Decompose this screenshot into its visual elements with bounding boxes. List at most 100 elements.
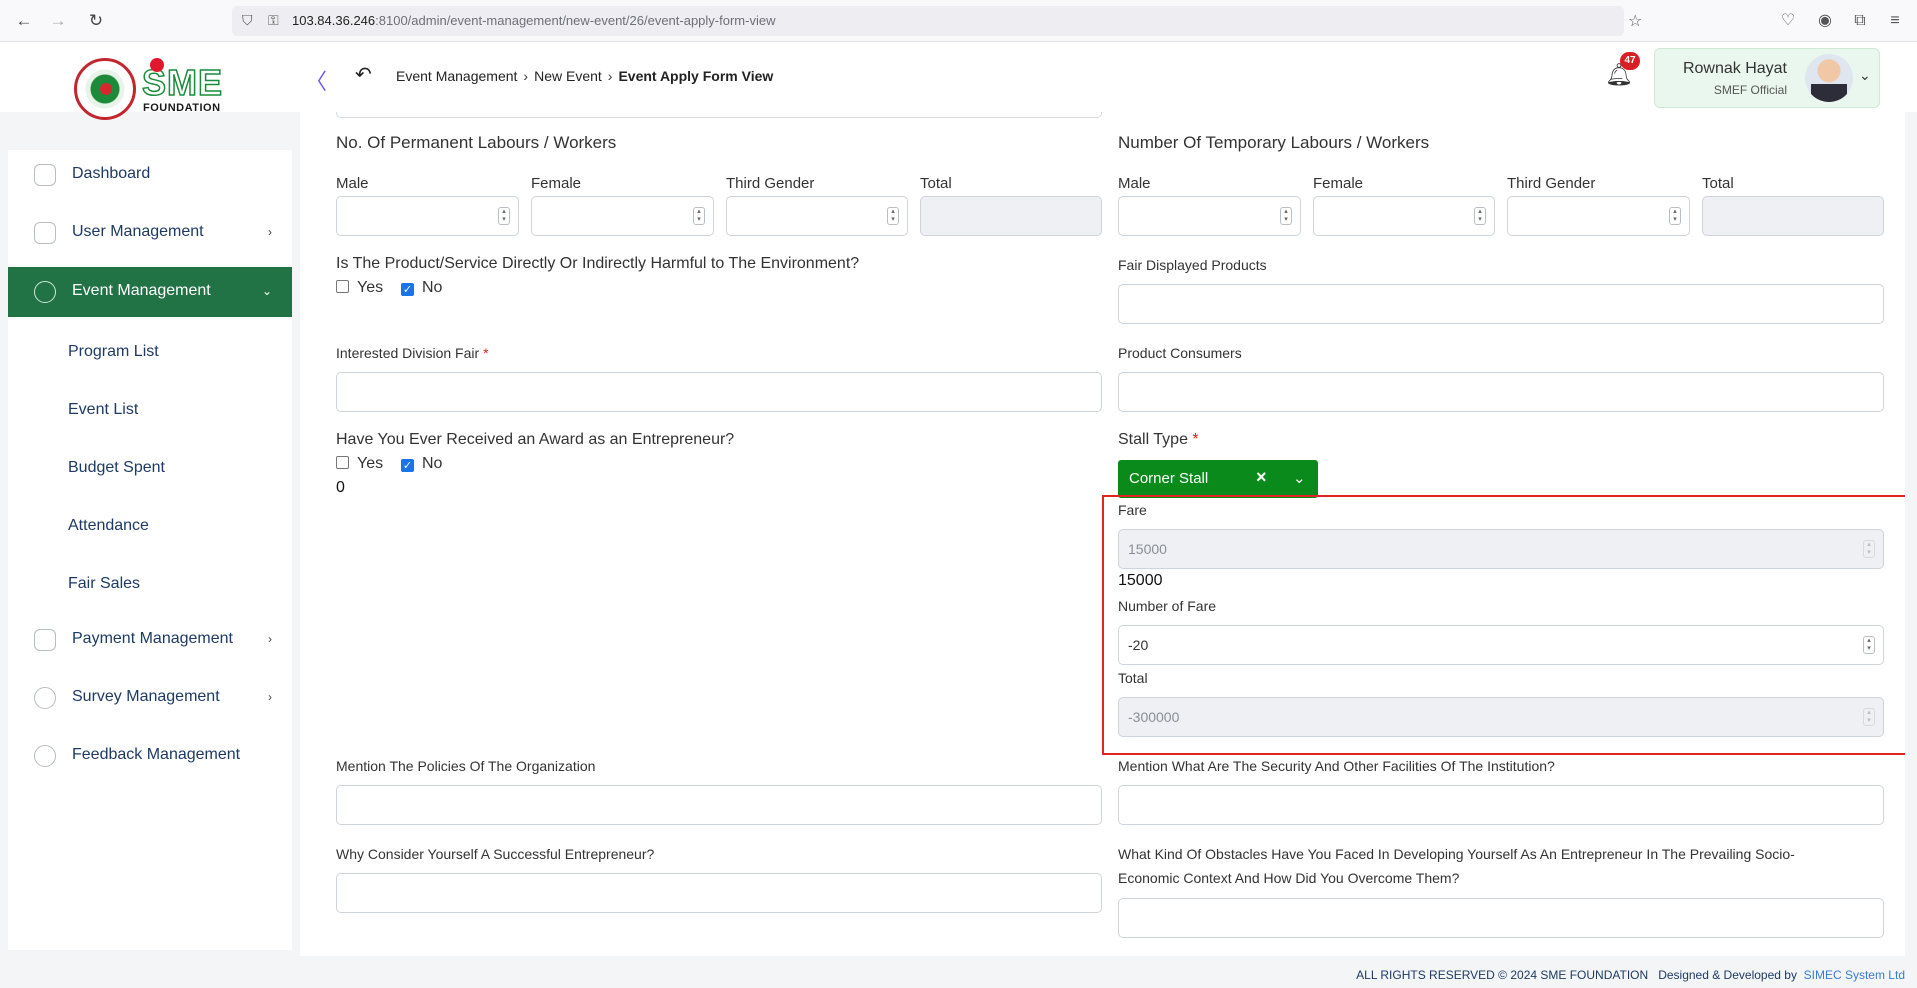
checkbox-checked[interactable]: ✓ [401, 283, 414, 296]
temporary-total-label: Total [1702, 175, 1734, 192]
security-facilities-label: Mention What Are The Security And Other … [1118, 758, 1555, 774]
address-bar[interactable]: ⛉ ⚿ 103.84.36.246:8100/admin/event-manag… [232, 6, 1642, 36]
insecure-lock-icon: ⚿ [268, 12, 279, 28]
breadcrumb-new-event[interactable]: New Event [534, 68, 602, 84]
successful-entrepreneur-input[interactable] [336, 873, 1102, 913]
harmful-no-checkbox[interactable]: ✓ No [401, 279, 442, 297]
number-stepper-icon[interactable]: ▴ ▾ [498, 207, 510, 225]
temporary-female-input[interactable]: ▴ ▾ [1313, 196, 1495, 236]
number-stepper-icon[interactable]: ▴ ▾ [693, 207, 705, 225]
page-scrollbar[interactable] [1905, 112, 1917, 956]
logo-foundation-text: FOUNDATION [143, 102, 221, 114]
sidebar-item-survey-management[interactable]: Survey Management › [8, 673, 292, 723]
award-no-checkbox[interactable]: ✓ No [401, 455, 442, 473]
checkbox-label: Yes [357, 455, 384, 472]
extensions-icon[interactable]: ⧉ [1850, 11, 1870, 31]
permanent-male-input[interactable]: ▴ ▾ [336, 196, 519, 236]
award-question: Have You Ever Received an Award as an En… [336, 431, 735, 448]
chevron-down-icon: ⌄ [1859, 67, 1871, 83]
sidebar-item-feedback-management[interactable]: Feedback Management [8, 731, 292, 781]
sidebar-subitem-attendance[interactable]: Attendance [68, 517, 149, 535]
sme-foundation-logo[interactable]: SME FOUNDATION [74, 58, 234, 122]
footer-designed-by: Designed & Developed by [1658, 968, 1797, 982]
breadcrumb: Event Management › New Event › Event Apply F… [396, 68, 773, 84]
footer-rights: ALL RIGHTS RESERVED © 2024 SME FOUNDATIO… [1356, 968, 1649, 982]
forward-arrow-icon[interactable]: → [48, 11, 68, 31]
clear-icon[interactable]: × [1256, 467, 1267, 488]
permanent-third-gender-input[interactable]: ▴ ▾ [726, 196, 908, 236]
profile-dropdown[interactable]: Rownak Hayat SMEF Official ⌄ [1654, 48, 1880, 108]
sidebar-item-payment-management[interactable]: Payment Management › [8, 615, 292, 665]
number-of-fare-input[interactable]: -20 ▴ ▾ [1118, 625, 1884, 665]
temporary-workers-title: Number Of Temporary Labours / Workers [1118, 133, 1430, 152]
interested-division-fair-label: Interested Division Fair * [336, 345, 489, 361]
security-facilities-input[interactable] [1118, 785, 1884, 825]
fare-input-value: 15000 [1128, 541, 1167, 557]
required-mark: * [483, 345, 489, 361]
pocket-icon[interactable]: ♡ [1778, 11, 1798, 31]
sidebar-collapse-icon[interactable]: 〈 [305, 64, 327, 96]
footer: ALL RIGHTS RESERVED © 2024 SME FOUNDATIO… [300, 956, 1917, 988]
interested-division-fair-input[interactable] [336, 372, 1102, 412]
number-stepper-icon[interactable]: ▴ ▾ [1474, 207, 1486, 225]
temporary-third-gender-input[interactable]: ▴ ▾ [1507, 196, 1690, 236]
fair-displayed-products-label: Fair Displayed Products [1118, 257, 1267, 273]
checkbox-label: No [422, 279, 443, 296]
obstacles-input[interactable] [1118, 898, 1884, 938]
fair-displayed-products-input[interactable] [1118, 284, 1884, 324]
policies-input[interactable] [336, 785, 1102, 825]
sidebar-subitem-budget-spent[interactable]: Budget Spent [68, 459, 165, 477]
number-stepper-icon[interactable]: ▴ ▾ [1669, 207, 1681, 225]
reload-icon[interactable]: ↻ [86, 11, 106, 31]
chevron-down-icon: ⌄ [261, 284, 272, 298]
back-icon[interactable]: ↶ [355, 62, 372, 87]
avatar [1805, 54, 1853, 102]
temporary-male-input[interactable]: ▴ ▾ [1118, 196, 1301, 236]
award-yes-checkbox[interactable]: Yes [336, 455, 383, 473]
checkbox-unchecked[interactable] [336, 456, 349, 469]
sidebar-item-dashboard[interactable]: Dashboard [8, 150, 292, 200]
number-stepper-icon[interactable]: ▴ ▾ [1280, 207, 1292, 225]
sidebar-item-label: Dashboard [72, 165, 151, 182]
main-content: No. Of Permanent Labours / Workers Numbe… [300, 112, 1908, 956]
product-consumers-label: Product Consumers [1118, 345, 1242, 361]
bookmark-star-icon[interactable]: ☆ [1628, 11, 1642, 31]
url-host: 103.84.36.246 [292, 13, 376, 28]
sidebar-subitem-fair-sales[interactable]: Fair Sales [68, 575, 140, 593]
sidebar-subitem-event-list[interactable]: Event List [68, 401, 138, 419]
harmful-yes-checkbox[interactable]: Yes [336, 279, 383, 297]
product-consumers-input[interactable] [1118, 372, 1884, 412]
sidebar-item-label: Feedback Management [72, 746, 241, 763]
user-shield-icon [34, 222, 56, 244]
checkbox-label: Yes [357, 279, 384, 296]
account-icon[interactable]: ◉ [1815, 11, 1835, 31]
stall-type-select[interactable]: Corner Stall × ⌄ [1118, 460, 1318, 498]
permanent-female-input[interactable]: ▴ ▾ [531, 196, 714, 236]
stall-selected-value: Corner Stall [1129, 470, 1209, 487]
footer-company-link[interactable]: SIMEC System Ltd [1804, 968, 1905, 982]
sidebar-subitem-program-list[interactable]: Program List [68, 343, 159, 361]
previous-field-input[interactable] [336, 112, 1102, 118]
chevron-down-icon[interactable]: ⌄ [1293, 469, 1306, 487]
label-text: Stall Type [1118, 431, 1188, 448]
checkbox-unchecked[interactable] [336, 280, 349, 293]
number-stepper-icon[interactable]: ▴ ▾ [1863, 636, 1875, 654]
number-stepper-icon[interactable]: ▴ ▾ [887, 207, 899, 225]
back-arrow-icon[interactable]: ← [14, 11, 34, 31]
chevron-right-icon: › [268, 225, 272, 239]
sidebar-item-label: Event Management [72, 282, 211, 299]
feedback-icon [34, 745, 56, 767]
total-input: -300000 ▴ ▾ [1118, 697, 1884, 737]
bangladesh-seal-icon [74, 58, 136, 120]
footer-text: ALL RIGHTS RESERVED © 2024 SME FOUNDATIO… [1356, 968, 1905, 982]
sidebar-item-event-management[interactable]: Event Management ⌄ [8, 267, 292, 317]
breadcrumb-event-management[interactable]: Event Management [396, 68, 517, 84]
policies-label: Mention The Policies Of The Organization [336, 758, 596, 774]
obstacles-label-line1: What Kind Of Obstacles Have You Faced In… [1118, 846, 1795, 862]
number-stepper-icon: ▴ ▾ [1863, 708, 1875, 726]
sidebar-item-user-management[interactable]: User Management › [8, 208, 292, 258]
checkbox-checked[interactable]: ✓ [401, 459, 414, 472]
url-path: :8100/admin/event-management/new-event/2… [375, 13, 776, 28]
chevron-right-icon: › [523, 68, 529, 84]
menu-icon[interactable]: ≡ [1885, 11, 1905, 31]
